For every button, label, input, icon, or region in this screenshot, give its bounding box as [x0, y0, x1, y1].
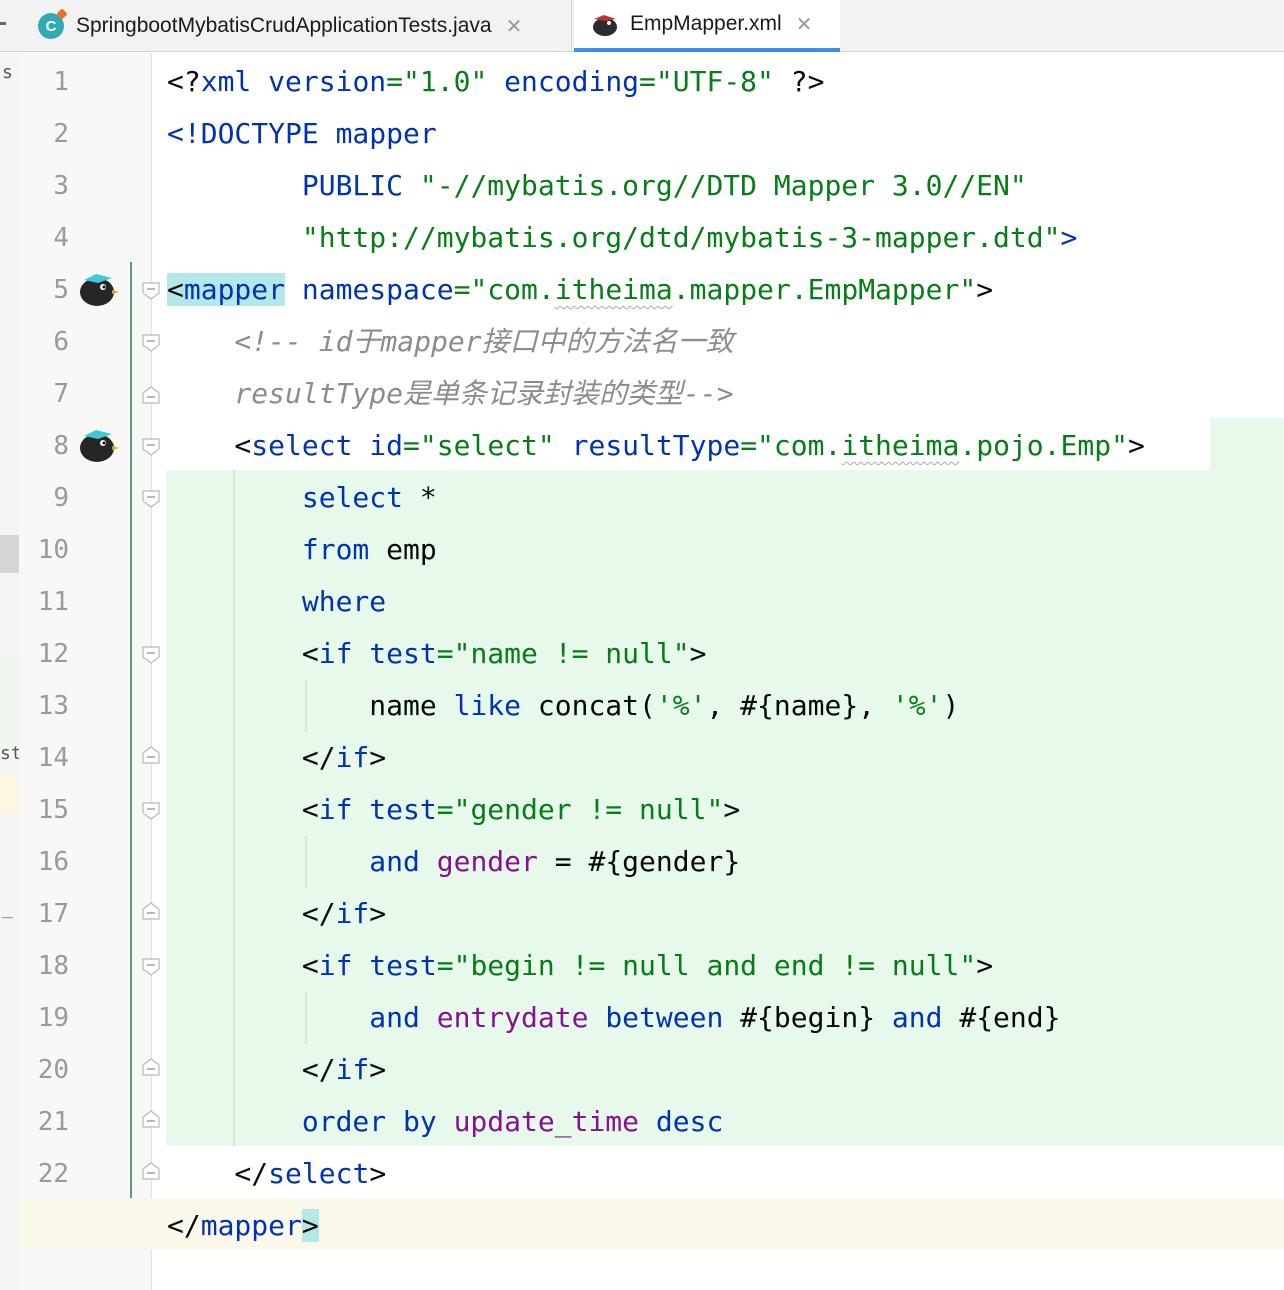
code-line-7-comment[interactable]: resultType是单条记录封装的类型-->: [167, 368, 733, 420]
line-number: 15: [37, 795, 69, 825]
close-icon[interactable]: ✕: [506, 14, 523, 39]
code-line-5[interactable]: <mapper namespace="com.itheima.mapper.Em…: [167, 264, 993, 316]
fold-open-icon[interactable]: [142, 958, 160, 976]
fold-close-icon[interactable]: [142, 746, 160, 764]
mybatis-navigate-icon[interactable]: [78, 424, 120, 466]
code-line-9[interactable]: select *: [167, 472, 437, 524]
code-line-15[interactable]: <if test="gender != null">: [167, 784, 740, 836]
line-number: 2: [53, 119, 69, 149]
line-number: 22: [37, 1159, 69, 1189]
line-number: 11: [37, 587, 69, 617]
code-line-14[interactable]: </if>: [167, 732, 386, 784]
line-number: 18: [37, 951, 69, 981]
code-line-21[interactable]: order by update_time desc: [167, 1096, 723, 1148]
code-line-11[interactable]: where: [167, 576, 386, 628]
fold-close-icon[interactable]: [142, 1162, 160, 1180]
code-line-12[interactable]: <if test="name != null">: [167, 628, 707, 680]
code-line-10[interactable]: from emp: [167, 524, 437, 576]
code-line-17[interactable]: </if>: [167, 888, 386, 940]
line-number: 9: [53, 483, 69, 513]
tool-window-text-fragment: _: [2, 898, 13, 919]
tool-window-highlight: [0, 775, 19, 813]
line-number: 7: [53, 379, 69, 409]
tab-label: EmpMapper.xml: [630, 12, 782, 35]
code-line-1[interactable]: <?xml version="1.0" encoding="UTF-8" ?>: [167, 56, 824, 108]
tab-springboot-tests[interactable]: C SpringbootMybatisCrudApplicationTests.…: [20, 0, 572, 52]
fold-open-icon[interactable]: [142, 334, 160, 352]
line-number: 21: [37, 1107, 69, 1137]
c-class-icon: C: [38, 13, 64, 39]
injected-sql-highlight: [1210, 418, 1284, 472]
mybatis-bird-icon: [593, 15, 617, 36]
tool-window-highlight: [0, 655, 19, 745]
code-line-18[interactable]: <if test="begin != null and end != null"…: [167, 940, 993, 992]
line-number: 4: [53, 223, 69, 253]
line-number: 16: [37, 847, 69, 877]
code-line-20[interactable]: </if>: [167, 1044, 386, 1096]
line-number: 6: [53, 327, 69, 357]
line-number: 3: [53, 171, 69, 201]
line-number: 1: [53, 67, 69, 97]
mybatis-navigate-icon[interactable]: [78, 268, 120, 310]
code-line-4[interactable]: "http://mybatis.org/dtd/mybatis-3-mapper…: [167, 212, 1077, 264]
code-line-22[interactable]: </select>: [167, 1148, 386, 1200]
code-line-8[interactable]: <select id="select" resultType="com.ithe…: [167, 420, 1144, 472]
fold-open-icon[interactable]: [142, 282, 160, 300]
line-number: 10: [37, 535, 69, 565]
fold-close-icon[interactable]: [142, 1110, 160, 1128]
fold-open-icon[interactable]: [142, 646, 160, 664]
vcs-change-marker[interactable]: [130, 262, 132, 1250]
line-number: 17: [37, 899, 69, 929]
code-line-13[interactable]: name like concat('%', #{name}, '%'): [167, 680, 959, 732]
tab-bar-left-marker: [0, 22, 6, 25]
fold-close-icon[interactable]: [142, 902, 160, 920]
line-number: 8: [53, 431, 69, 461]
line-number: 12: [37, 639, 69, 669]
tool-window-text-fragment: s: [2, 62, 13, 83]
tool-window-selection: [0, 535, 19, 573]
fold-close-icon[interactable]: [142, 386, 160, 404]
tab-empmapper-xml[interactable]: EmpMapper.xml ✕: [574, 0, 840, 52]
line-number: 14: [37, 743, 69, 773]
code-line-6-comment[interactable]: <!-- id于mapper接口中的方法名一致: [167, 316, 733, 368]
code-line-19[interactable]: and entrydate between #{begin} and #{end…: [167, 992, 1060, 1044]
tab-label: SpringbootMybatisCrudApplicationTests.ja…: [76, 14, 492, 37]
close-icon[interactable]: ✕: [796, 12, 813, 37]
line-number: 19: [37, 1003, 69, 1033]
line-number: 20: [37, 1055, 69, 1085]
fold-open-icon[interactable]: [142, 490, 160, 508]
code-line-16[interactable]: and gender = #{gender}: [167, 836, 740, 888]
line-number: 13: [37, 691, 69, 721]
fold-close-icon[interactable]: [142, 1058, 160, 1076]
code-line-23[interactable]: </mapper>: [167, 1200, 319, 1252]
fold-open-icon[interactable]: [142, 802, 160, 820]
code-line-2[interactable]: <!DOCTYPE mapper: [167, 108, 437, 160]
fold-open-icon[interactable]: [142, 438, 160, 456]
line-number: 5: [53, 275, 69, 305]
code-line-3[interactable]: PUBLIC "-//mybatis.org//DTD Mapper 3.0//…: [167, 160, 1027, 212]
editor-tab-bar: C SpringbootMybatisCrudApplicationTests.…: [0, 0, 1284, 52]
